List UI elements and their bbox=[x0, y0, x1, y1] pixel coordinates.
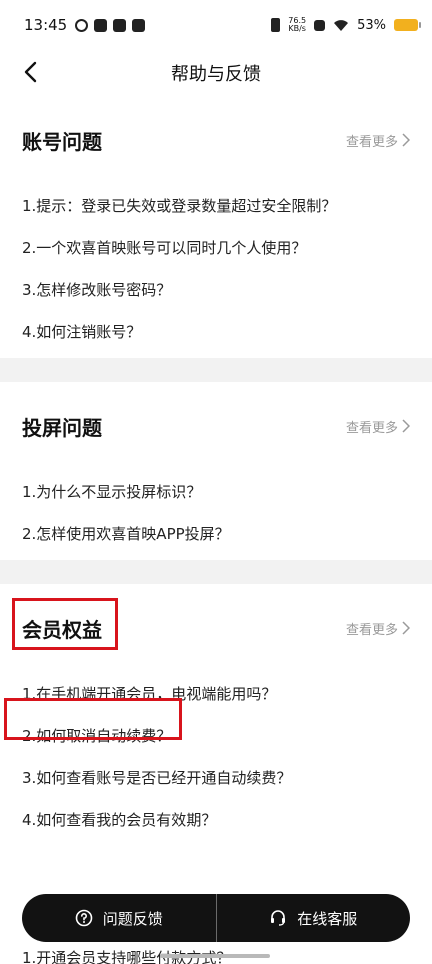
sync-icon bbox=[75, 18, 89, 32]
chevron-right-icon bbox=[402, 621, 410, 635]
view-more-label: 查看更多 bbox=[345, 134, 398, 150]
status-time: 13:45 bbox=[24, 16, 68, 34]
nav-bar: 帮助与反馈 bbox=[0, 50, 432, 96]
view-more-button[interactable]: 查看更多 bbox=[346, 619, 410, 638]
battery-icon bbox=[394, 19, 421, 31]
page-title: 帮助与反馈 bbox=[171, 64, 261, 85]
section-header: 投屏问题 查看更多 bbox=[22, 382, 410, 470]
wifi-icon bbox=[334, 19, 349, 31]
question-item[interactable]: 4.如何注销账号？ bbox=[22, 310, 410, 352]
gesture-bar[interactable] bbox=[160, 954, 270, 958]
feedback-button[interactable]: 问题反馈 bbox=[22, 894, 216, 942]
view-more-button[interactable]: 查看更多 bbox=[346, 131, 410, 150]
section-casting: 投屏问题 查看更多 1.为什么不显示投屏标识？ 2.怎样使用欢喜首映APP投屏？ bbox=[0, 382, 432, 560]
section-divider bbox=[0, 358, 432, 382]
section-title: 投屏问题 bbox=[22, 415, 102, 440]
question-item[interactable]: 1.为什么不显示投屏标识？ bbox=[22, 470, 410, 512]
online-service-label: 在线客服 bbox=[297, 909, 358, 928]
section-account: 账号问题 查看更多 1.提示：登录已失效或登录数量超过安全限制？ 2.一个欢喜首… bbox=[0, 96, 432, 358]
question-item[interactable]: 1.提示：登录已失效或登录数量超过安全限制？ bbox=[22, 184, 410, 226]
app-icon bbox=[113, 18, 127, 32]
notification-icons bbox=[75, 18, 146, 32]
chevron-right-icon bbox=[402, 419, 410, 433]
tiktok-icon bbox=[132, 18, 146, 32]
section-title: 账号问题 bbox=[22, 129, 102, 154]
chevron-right-icon bbox=[402, 133, 410, 147]
question-circle-icon bbox=[75, 909, 93, 927]
net-speed-unit: KB/s bbox=[288, 24, 306, 33]
view-more-button[interactable]: 查看更多 bbox=[346, 417, 410, 436]
back-button[interactable] bbox=[14, 56, 46, 88]
back-arrow-icon bbox=[24, 61, 37, 83]
feedback-label: 问题反馈 bbox=[102, 909, 163, 928]
status-right: 76.5 KB/s 53% bbox=[271, 17, 421, 33]
sim-icon bbox=[314, 19, 326, 31]
question-item[interactable]: 2.怎样使用欢喜首映APP投屏？ bbox=[22, 512, 410, 554]
net-speed: 76.5 KB/s bbox=[288, 17, 306, 33]
crown-icon bbox=[94, 18, 108, 32]
section-header: 账号问题 查看更多 bbox=[22, 96, 410, 184]
highlight-box bbox=[4, 698, 182, 740]
online-service-button[interactable]: 在线客服 bbox=[217, 894, 411, 942]
battery-percent: 53% bbox=[357, 17, 386, 33]
question-item[interactable]: 3.如何查看账号是否已经开通自动续费？ bbox=[22, 756, 410, 798]
question-item[interactable]: 1.开通会员支持哪些付款方式？ bbox=[22, 942, 231, 964]
question-item[interactable]: 4.如何查看我的会员有效期？ bbox=[22, 798, 410, 840]
status-bar: 13:45 76.5 KB/s 53% bbox=[0, 0, 432, 50]
view-more-label: 查看更多 bbox=[345, 420, 398, 436]
highlight-box bbox=[12, 598, 118, 650]
bottom-action-bar: 问题反馈 在线客服 bbox=[22, 894, 410, 942]
vibrate-icon bbox=[271, 18, 281, 32]
question-item[interactable]: 2.一个欢喜首映账号可以同时几个人使用？ bbox=[22, 226, 410, 268]
question-item[interactable]: 3.怎样修改账号密码？ bbox=[22, 268, 410, 310]
section-divider bbox=[0, 560, 432, 584]
view-more-label: 查看更多 bbox=[345, 622, 398, 638]
headset-icon bbox=[271, 910, 286, 926]
